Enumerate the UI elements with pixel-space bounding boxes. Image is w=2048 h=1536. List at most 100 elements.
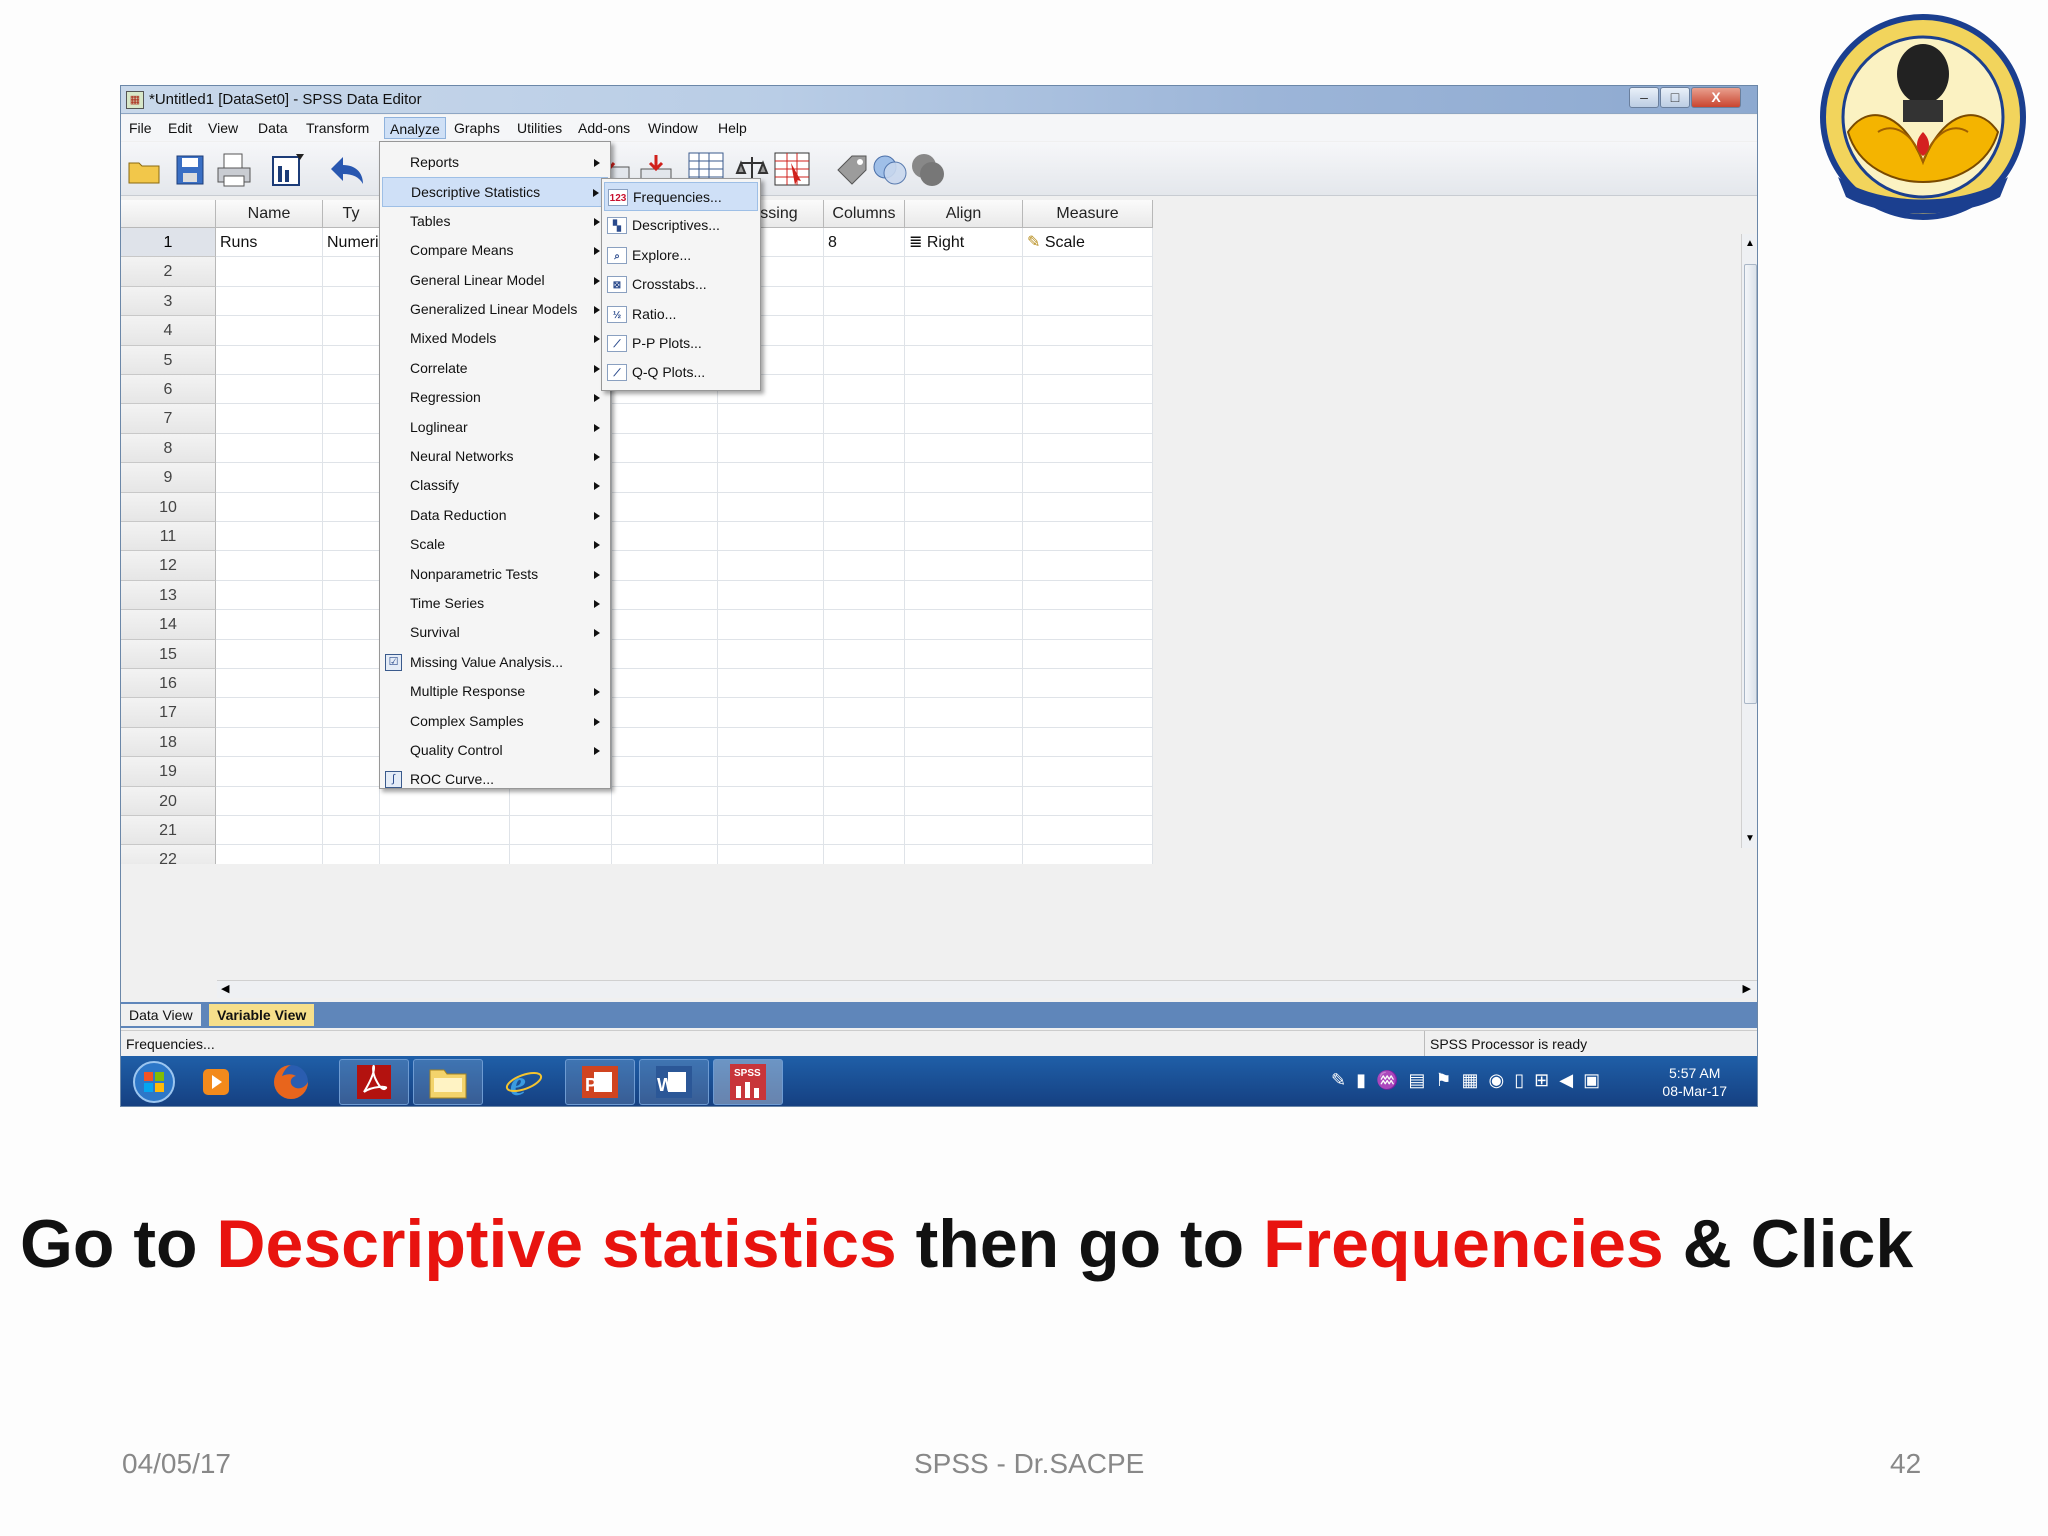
grid-cell[interactable] — [905, 845, 1023, 864]
descriptive-submenu-item[interactable]: ⟋ P-P Plots... — [604, 329, 758, 358]
grid-cell[interactable] — [216, 551, 323, 581]
grid-cell[interactable] — [718, 639, 824, 669]
grid-cell[interactable] — [323, 610, 380, 640]
grid-cell[interactable] — [612, 845, 718, 864]
analyze-menu-item[interactable]: Regression — [382, 383, 608, 412]
value-labels-icon[interactable] — [833, 151, 871, 189]
clock[interactable]: 5:57 AM 08-Mar-17 — [1662, 1064, 1727, 1100]
grid-cell[interactable] — [612, 404, 718, 434]
grid-cell[interactable] — [824, 433, 905, 464]
row-number[interactable]: 13 — [121, 580, 216, 611]
grid-cell[interactable] — [323, 433, 380, 464]
grid-cell[interactable] — [216, 580, 323, 611]
analyze-menu-item[interactable]: Scale — [382, 530, 608, 559]
grid-cell[interactable] — [612, 757, 718, 787]
grid-cell[interactable] — [323, 404, 380, 434]
grid-cell[interactable] — [905, 610, 1023, 640]
grid-cell[interactable] — [718, 845, 824, 864]
grid-cell[interactable] — [1023, 522, 1153, 552]
row-number[interactable]: 21 — [121, 816, 216, 846]
grid-cell[interactable] — [216, 433, 323, 464]
analyze-menu-item[interactable]: Data Reduction — [382, 501, 608, 530]
grid-cell[interactable] — [824, 639, 905, 669]
grid-cell[interactable] — [824, 816, 905, 846]
grid-cell[interactable] — [323, 286, 380, 317]
save-icon[interactable] — [171, 151, 209, 189]
grid-cell[interactable] — [824, 551, 905, 581]
grid-cell[interactable] — [380, 845, 510, 864]
grid-cell[interactable] — [216, 375, 323, 405]
grid-cell[interactable] — [905, 257, 1023, 287]
row-number[interactable]: 19 — [121, 757, 216, 787]
analyze-menu-item[interactable]: Correlate — [382, 354, 608, 383]
grid-cell[interactable] — [905, 698, 1023, 728]
grid-cell[interactable] — [612, 786, 718, 816]
grid-cell[interactable] — [323, 757, 380, 787]
grid-cell[interactable] — [905, 286, 1023, 317]
grid-cell[interactable] — [323, 375, 380, 405]
grid-cell[interactable] — [323, 816, 380, 846]
grid-cell[interactable] — [612, 669, 718, 699]
grid-cell[interactable] — [1023, 551, 1153, 581]
grid-cell[interactable] — [1023, 404, 1153, 434]
grid-cell[interactable]: 8 — [824, 228, 905, 258]
analyze-menu-item[interactable]: Neural Networks — [382, 442, 608, 471]
analyze-menu-item[interactable]: Mixed Models — [382, 324, 608, 353]
grid-cell[interactable] — [824, 463, 905, 493]
scroll-down-icon[interactable]: ▼ — [1745, 833, 1755, 844]
grid-cell[interactable] — [824, 345, 905, 375]
grid-cell[interactable] — [718, 492, 824, 522]
scroll-thumb[interactable] — [1744, 264, 1757, 704]
internet-explorer-icon[interactable]: e — [489, 1059, 559, 1105]
grid-cell[interactable] — [510, 816, 612, 846]
grid-cell[interactable] — [1023, 286, 1153, 317]
grid-cell[interactable] — [216, 610, 323, 640]
row-number[interactable]: 11 — [121, 522, 216, 552]
grid-cell[interactable] — [323, 580, 380, 611]
menu-data[interactable]: Data — [253, 117, 293, 139]
grid-cell[interactable] — [216, 404, 323, 434]
analyze-menu-item[interactable]: Classify — [382, 471, 608, 500]
grid-cell[interactable] — [216, 345, 323, 375]
grid-cell[interactable] — [1023, 580, 1153, 611]
vertical-scrollbar[interactable]: ▲ ▼ — [1741, 234, 1757, 848]
grid-cell[interactable]: ≣ Right — [905, 228, 1023, 258]
grid-cell[interactable] — [1023, 345, 1153, 375]
analyze-menu-item[interactable]: ∫ ROC Curve... — [382, 765, 608, 794]
grid-cell[interactable] — [905, 492, 1023, 522]
grid-cell[interactable] — [612, 580, 718, 611]
grid-cell[interactable] — [718, 669, 824, 699]
row-number[interactable]: 14 — [121, 610, 216, 640]
grid-cell[interactable] — [612, 727, 718, 758]
grid-cell[interactable] — [905, 727, 1023, 758]
grid-cell[interactable] — [216, 286, 323, 317]
grid-cell[interactable] — [216, 786, 323, 816]
print-icon[interactable] — [215, 151, 253, 189]
grid-cell[interactable] — [718, 551, 824, 581]
header-type[interactable]: Ty — [323, 200, 380, 228]
grid-cell[interactable] — [380, 816, 510, 846]
grid-cell[interactable] — [216, 727, 323, 758]
menu-add-ons[interactable]: Add-ons — [573, 117, 635, 139]
grid-cell[interactable] — [323, 786, 380, 816]
grid-cell[interactable] — [323, 522, 380, 552]
analyze-menu-item[interactable]: Quality Control — [382, 736, 608, 765]
grid-cell[interactable] — [612, 433, 718, 464]
grid-cell[interactable] — [905, 551, 1023, 581]
analyze-menu-item[interactable]: Nonparametric Tests — [382, 560, 608, 589]
scroll-up-icon[interactable]: ▲ — [1745, 238, 1755, 249]
grid-cell[interactable] — [323, 551, 380, 581]
grid-cell[interactable] — [612, 610, 718, 640]
grid-cell[interactable] — [824, 492, 905, 522]
close-button[interactable]: X — [1691, 87, 1741, 108]
horizontal-scrollbar[interactable]: ◀ ▶ — [217, 980, 1757, 998]
row-number[interactable]: 20 — [121, 786, 216, 816]
grid-cell[interactable] — [824, 757, 905, 787]
system-tray-icons[interactable]: ✎▮♒▤⚑▦◉▯⊞◀▣ — [1331, 1070, 1610, 1091]
grid-cell[interactable] — [1023, 463, 1153, 493]
scroll-left-icon[interactable]: ◀ — [221, 982, 229, 995]
descriptive-submenu-item[interactable]: ⟋ Q-Q Plots... — [604, 358, 758, 387]
grid-cell[interactable] — [612, 639, 718, 669]
grid-cell[interactable] — [905, 463, 1023, 493]
grid-cell[interactable] — [718, 610, 824, 640]
